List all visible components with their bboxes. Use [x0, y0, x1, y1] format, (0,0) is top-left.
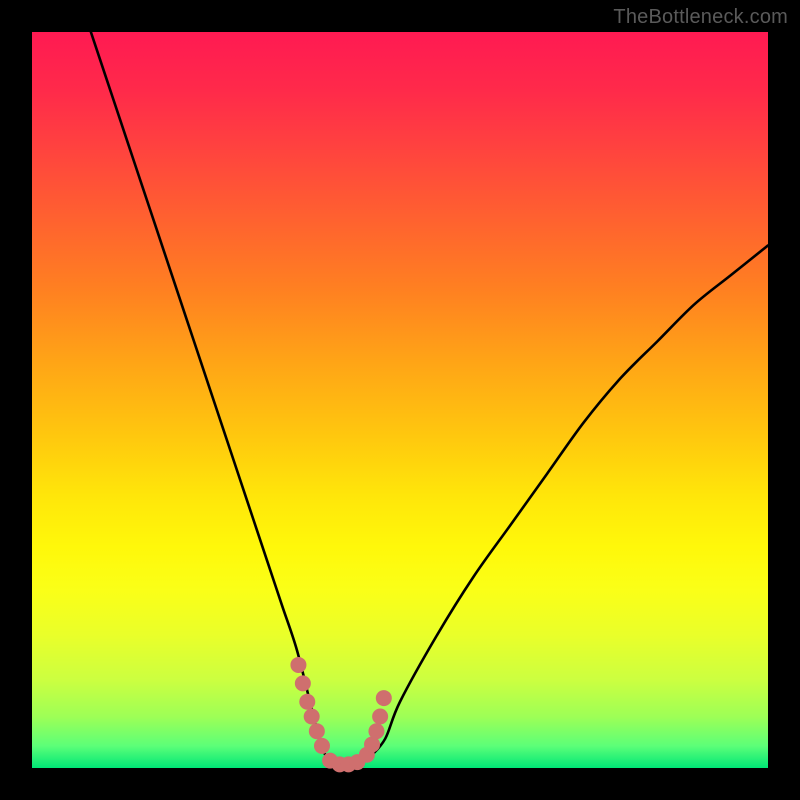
- chart-frame: TheBottleneck.com: [0, 0, 800, 800]
- bottleneck-curve: [91, 32, 768, 766]
- curve-layer: [91, 32, 768, 766]
- marker-dot: [309, 723, 325, 739]
- marker-dot: [290, 657, 306, 673]
- marker-dot: [299, 694, 315, 710]
- marker-dot: [314, 738, 330, 754]
- marker-dot: [372, 708, 388, 724]
- chart-svg: [32, 32, 768, 768]
- marker-dot: [295, 675, 311, 691]
- marker-dot: [376, 690, 392, 706]
- chart-plot-area: [32, 32, 768, 768]
- marker-dot: [304, 708, 320, 724]
- marker-dot: [368, 723, 384, 739]
- marker-layer: [290, 657, 391, 772]
- watermark-text: TheBottleneck.com: [613, 6, 788, 29]
